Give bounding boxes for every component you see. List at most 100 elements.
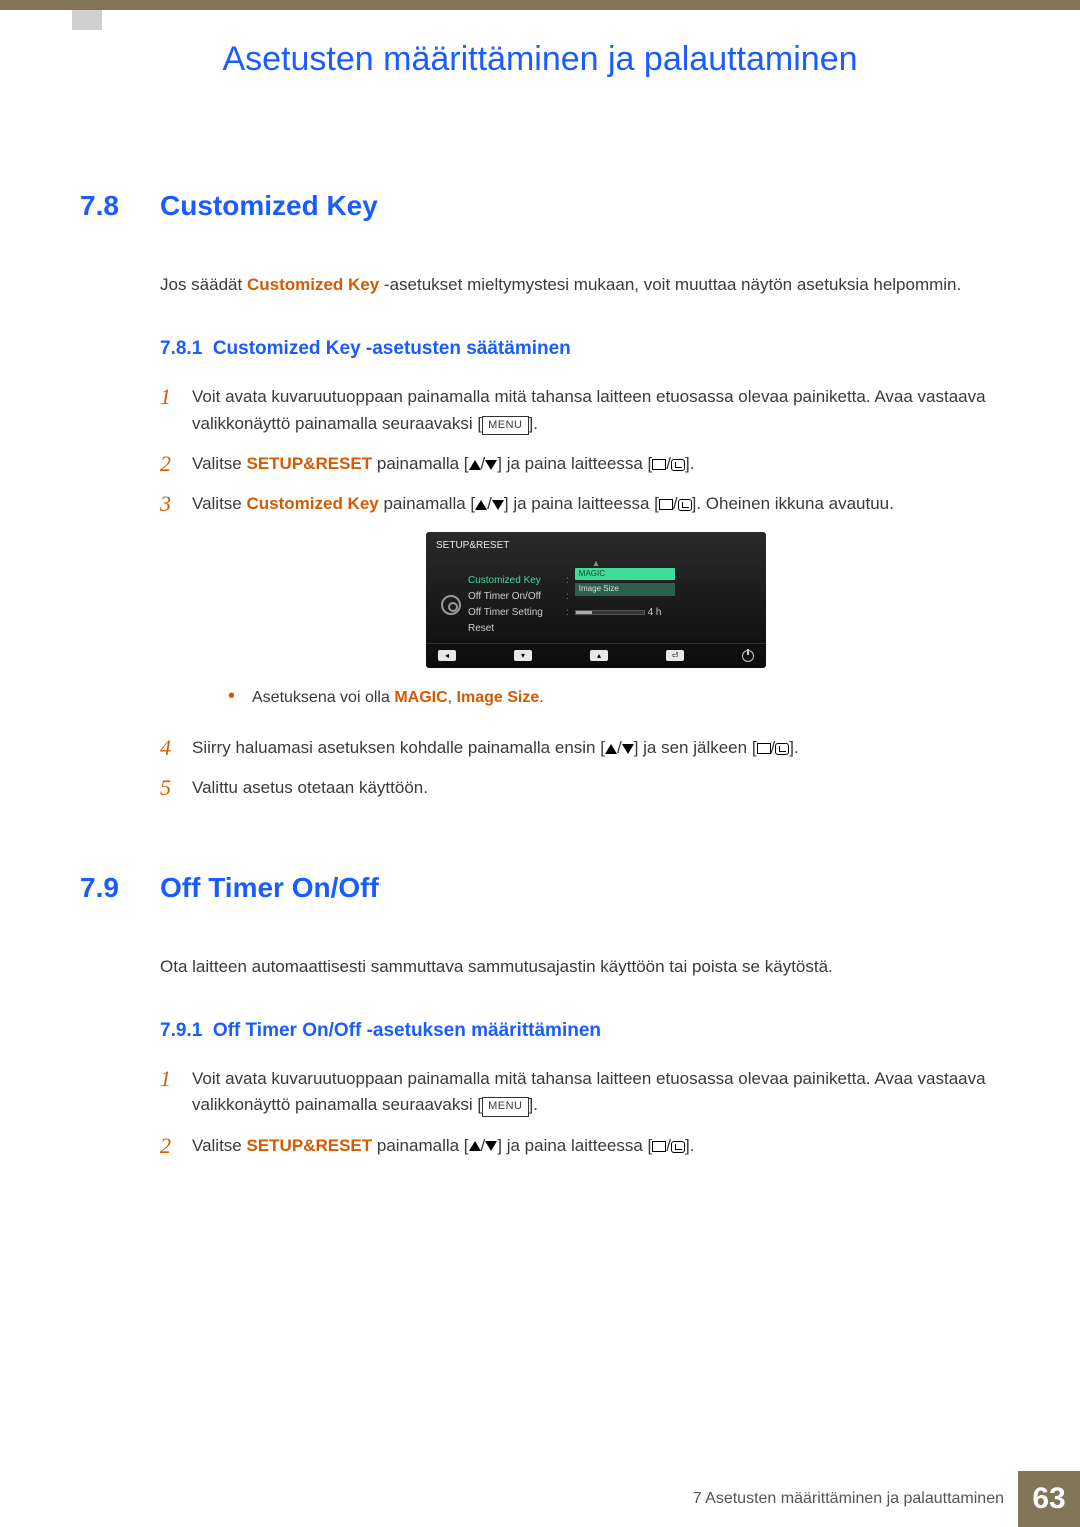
source-icon	[652, 1141, 666, 1152]
colon: :	[566, 605, 569, 621]
step-2: 2 Valitse SETUP&RESET painamalla [/] ja …	[160, 1133, 1000, 1159]
customized-key-term: Customized Key	[247, 275, 379, 294]
colon: :	[566, 573, 569, 589]
source-icon	[652, 459, 666, 470]
up-arrow-icon	[475, 500, 487, 510]
text: ].	[685, 1136, 694, 1155]
osd-row-reset: Reset	[468, 621, 758, 637]
footer-chapter-label: 7 Asetusten määrittäminen ja palauttamin…	[693, 1471, 1018, 1527]
step-number: 2	[160, 1133, 192, 1159]
text: Siirry haluamasi asetuksen kohdalle pain…	[192, 738, 605, 757]
step-3: 3 Valitse Customized Key painamalla [/] …	[160, 491, 1000, 721]
enter-icon	[671, 459, 685, 471]
section-7-9: 7.9 Off Timer On/Off Ota laitteen automa…	[80, 872, 1000, 1159]
down-arrow-icon	[492, 500, 504, 510]
osd-down-icon: ▾	[514, 650, 532, 661]
step-body: Valitse SETUP&RESET painamalla [/] ja pa…	[192, 451, 1000, 477]
enter-icon	[678, 499, 692, 511]
osd-row-customized-key: Customized Key : MAGIC Image Size	[468, 573, 758, 589]
magic-term: MAGIC	[394, 689, 447, 706]
osd-body: Customized Key : MAGIC Image Size Off Ti…	[426, 571, 766, 643]
text: ] ja paina laitteessa [	[497, 1136, 652, 1155]
osd-label: Reset	[468, 621, 560, 637]
text: Valitse	[192, 454, 247, 473]
enter-icon	[775, 743, 789, 755]
text: ].	[789, 738, 798, 757]
step-number: 1	[160, 1066, 192, 1119]
menu-button-icon: MENU	[482, 1097, 528, 1116]
osd-title: SETUP&RESET	[426, 532, 766, 558]
subsection-number: 7.8.1	[160, 338, 202, 359]
section-title: Customized Key	[160, 190, 378, 222]
step-body: Voit avata kuvaruutuoppaan painamalla mi…	[192, 1066, 1000, 1119]
text: painamalla [	[372, 454, 468, 473]
step-number: 1	[160, 384, 192, 437]
bullet-icon: •	[228, 686, 252, 711]
up-arrow-icon	[469, 1141, 481, 1151]
osd-slider	[575, 610, 645, 615]
top-decoration-bar	[0, 0, 1080, 10]
text: ] ja paina laitteessa [	[504, 494, 659, 513]
bullet-list: • Asetuksena voi olla MAGIC, Image Size.	[228, 686, 1000, 711]
down-arrow-icon	[485, 1141, 497, 1151]
osd-label: Off Timer On/Off	[468, 589, 560, 605]
osd-button-row: ◂ ▾ ▴ ⏎	[426, 643, 766, 662]
step-4: 4 Siirry haluamasi asetuksen kohdalle pa…	[160, 735, 1000, 761]
step-1: 1 Voit avata kuvaruutuoppaan painamalla …	[160, 1066, 1000, 1119]
page-footer: 7 Asetusten määrittäminen ja palauttamin…	[0, 1471, 1080, 1527]
section-intro: Jos säädät Customized Key -asetukset mie…	[160, 272, 1000, 298]
step-body: Valitse SETUP&RESET painamalla [/] ja pa…	[192, 1133, 1000, 1159]
subsection-number: 7.9.1	[160, 1020, 202, 1041]
step-body: Siirry haluamasi asetuksen kohdalle pain…	[192, 735, 1000, 761]
steps-list: 1 Voit avata kuvaruutuoppaan painamalla …	[160, 384, 1000, 801]
step-number: 5	[160, 775, 192, 801]
text: Valitse	[192, 494, 247, 513]
tab-decoration	[72, 10, 102, 30]
up-arrow-icon	[605, 744, 617, 754]
text: painamalla [	[379, 494, 475, 513]
osd-imagesize-option: Image Size	[575, 583, 675, 595]
step-5: 5 Valittu asetus otetaan käyttöön.	[160, 775, 1000, 801]
osd-timer-value: 4 h	[648, 607, 662, 618]
step-body: Valittu asetus otetaan käyttöön.	[192, 775, 1000, 801]
osd-up-icon: ▴	[590, 650, 608, 661]
setup-reset-term: SETUP&RESET	[247, 454, 373, 473]
text: Asetuksena voi olla	[252, 689, 394, 706]
text: ] ja paina laitteessa [	[497, 454, 652, 473]
down-arrow-icon	[622, 744, 634, 754]
text: Voit avata kuvaruutuoppaan painamalla mi…	[192, 1069, 986, 1114]
step-body: Voit avata kuvaruutuoppaan painamalla mi…	[192, 384, 1000, 437]
page-content: 7.8 Customized Key Jos säädät Customized…	[80, 190, 1000, 1229]
text: ].	[529, 1095, 538, 1114]
subsection-heading: 7.8.1 Customized Key -asetusten säätämin…	[160, 338, 1000, 360]
section-number: 7.8	[80, 190, 160, 222]
text: Jos säädät	[160, 275, 247, 294]
enter-icon	[671, 1141, 685, 1153]
text: ].	[529, 414, 538, 433]
subsection-title: Customized Key -asetusten säätäminen	[213, 338, 571, 359]
step-number: 2	[160, 451, 192, 477]
subsection-heading: 7.9.1 Off Timer On/Off -asetuksen määrit…	[160, 1020, 1000, 1042]
section-number: 7.9	[80, 872, 160, 904]
down-arrow-icon	[485, 460, 497, 470]
section-heading: 7.8 Customized Key	[80, 190, 1000, 222]
osd-magic-option: MAGIC	[575, 568, 675, 580]
text: Voit avata kuvaruutuoppaan painamalla mi…	[192, 387, 986, 432]
source-icon	[659, 499, 673, 510]
step-number: 3	[160, 491, 192, 721]
text: .	[539, 689, 543, 706]
image-size-term: Image Size	[457, 689, 540, 706]
osd-screenshot: SETUP&RESET ▲ Customized Key : MAGIC	[426, 532, 766, 668]
steps-list: 1 Voit avata kuvaruutuoppaan painamalla …	[160, 1066, 1000, 1159]
setup-reset-term: SETUP&RESET	[247, 1136, 373, 1155]
osd-value: MAGIC Image Size	[575, 566, 758, 597]
osd-value: 4 h	[575, 605, 758, 621]
subsection-title: Off Timer On/Off -asetuksen määrittämine…	[213, 1020, 601, 1041]
step-number: 4	[160, 735, 192, 761]
section-title: Off Timer On/Off	[160, 872, 379, 904]
up-arrow-icon	[469, 460, 481, 470]
text: -asetukset mieltymystesi mukaan, voit mu…	[379, 275, 961, 294]
text: Valitse	[192, 1136, 247, 1155]
step-2: 2 Valitse SETUP&RESET painamalla [/] ja …	[160, 451, 1000, 477]
text: ]. Oheinen ikkuna avautuu.	[692, 494, 894, 513]
